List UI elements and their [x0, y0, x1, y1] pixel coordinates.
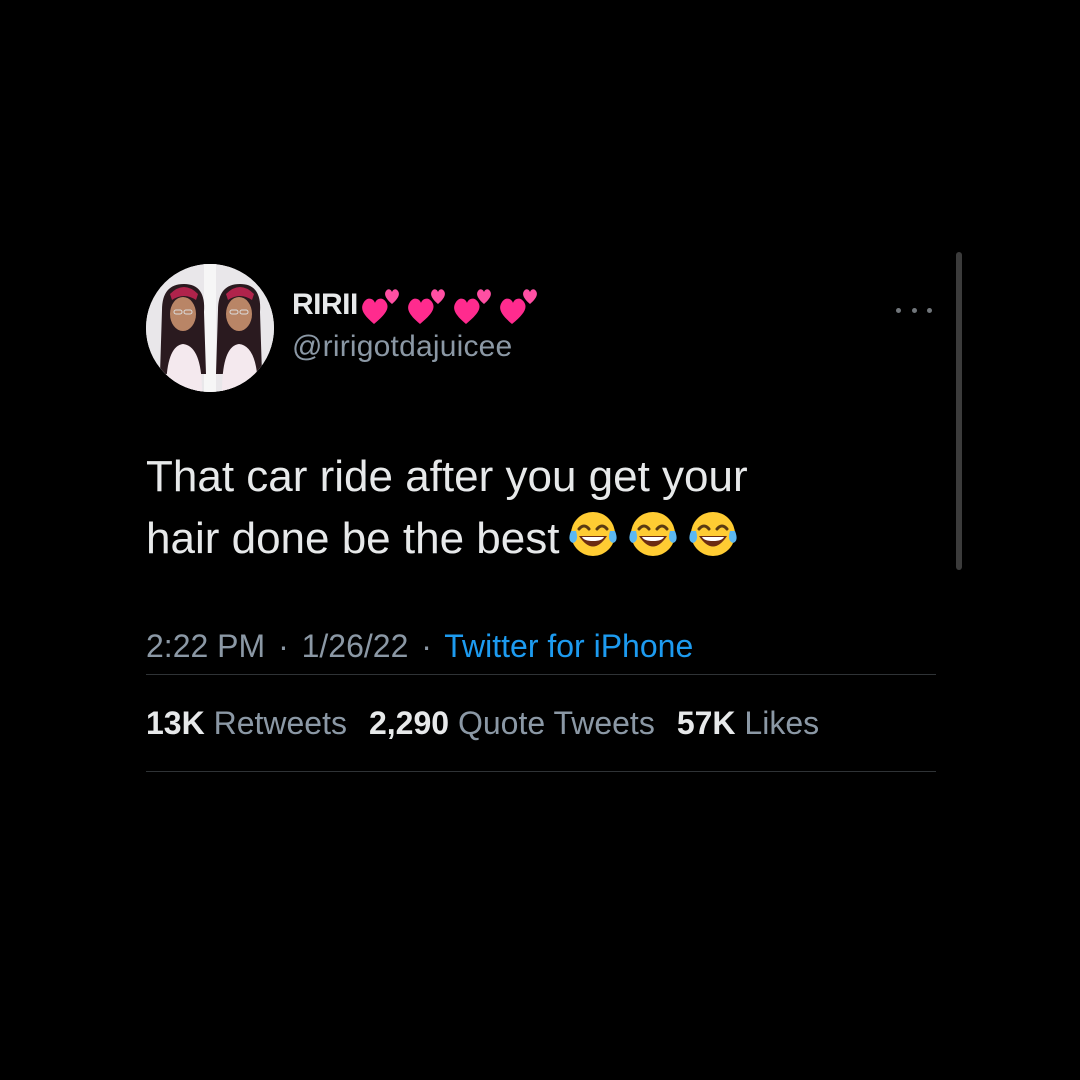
- tweet-text-line-2: hair done be the best: [146, 508, 866, 570]
- likes-label: Likes: [744, 704, 820, 741]
- two-hearts-icon: [360, 284, 404, 326]
- quote-tweets-label: Quote Tweets: [457, 704, 655, 741]
- quote-tweets-count: 2,290: [368, 704, 450, 741]
- retweets-count: 13K: [146, 704, 205, 741]
- tears-of-joy-icon: [567, 509, 619, 561]
- tweet-stats: 13K Retweets 2,290 Quote Tweets 57K Like…: [146, 675, 936, 771]
- tweet-meta: 2:22 PM · 1/26/22 · Twitter for iPhone: [146, 618, 936, 674]
- emoji-group: [567, 509, 739, 561]
- tweet-text: That car ride after you get your hair do…: [146, 446, 866, 570]
- display-name-row: RIRII: [292, 284, 542, 326]
- more-options-icon[interactable]: [894, 302, 934, 318]
- retweets-label: Retweets: [213, 704, 347, 741]
- author-names[interactable]: RIRII @ririgotdajuicee: [292, 284, 542, 364]
- tears-of-joy-icon: [687, 509, 739, 561]
- two-hearts-icon: [452, 284, 496, 326]
- two-hearts-icon: [406, 284, 450, 326]
- likes-stat[interactable]: 57K Likes: [677, 705, 819, 742]
- tweet-card: RIRII @ririgotdajuicee That car ride aft…: [146, 262, 936, 772]
- tweet-text-line-1: That car ride after you get your: [146, 452, 748, 501]
- scrollbar[interactable]: [956, 252, 962, 570]
- tweet-time[interactable]: 2:22 PM: [146, 628, 265, 664]
- meta-separator: ·: [278, 628, 289, 664]
- tweet-text-line-2-words: hair done be the best: [146, 514, 560, 563]
- tweet-source-link[interactable]: Twitter for iPhone: [444, 628, 693, 664]
- divider: [146, 771, 936, 772]
- likes-count: 57K: [676, 704, 736, 741]
- retweets-stat[interactable]: 13K Retweets: [146, 705, 347, 742]
- two-hearts-icon: [498, 284, 542, 326]
- tweet-header: RIRII @ririgotdajuicee: [146, 262, 936, 394]
- avatar[interactable]: [146, 264, 274, 392]
- display-name[interactable]: RIRII: [292, 288, 358, 322]
- user-handle[interactable]: @ririgotdajuicee: [292, 330, 542, 364]
- tears-of-joy-icon: [627, 509, 679, 561]
- tweet-date[interactable]: 1/26/22: [302, 628, 409, 664]
- quote-tweets-stat[interactable]: 2,290 Quote Tweets: [369, 705, 655, 742]
- meta-separator: ·: [421, 628, 432, 664]
